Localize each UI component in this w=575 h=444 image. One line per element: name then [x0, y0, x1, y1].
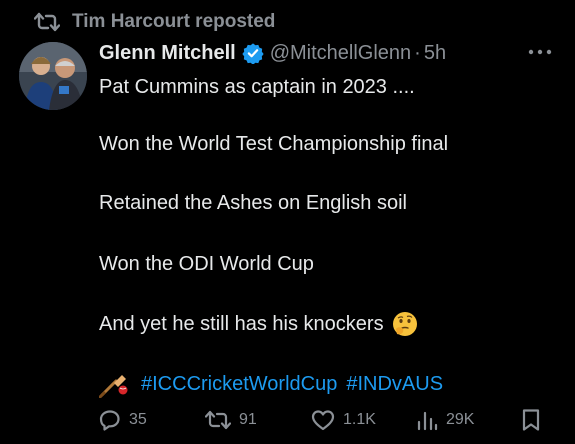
hashtag-link[interactable]: #ICCCricketWorldCup: [141, 373, 337, 396]
bookmark-button[interactable]: [521, 405, 549, 435]
repost-count: 91: [239, 411, 257, 428]
tweet-line-with-emoji: And yet he still has his knockers: [99, 311, 418, 337]
author-name[interactable]: Glenn Mitchell: [99, 42, 236, 65]
tweet-line: Pat Cummins as captain in 2023 ....: [99, 76, 415, 98]
like-button[interactable]: 1.1K: [311, 405, 376, 435]
action-bar: 35 91 1.1K 29K: [0, 405, 575, 435]
repost-button[interactable]: 91: [205, 405, 257, 435]
hashtag-line: #ICCCricketWorldCup #INDvAUS: [99, 370, 452, 398]
tweet-line: Won the World Test Championship final: [99, 133, 449, 155]
avatar[interactable]: [19, 42, 87, 110]
repost-header[interactable]: Tim Harcourt reposted: [34, 9, 275, 35]
reply-count: 35: [129, 411, 147, 428]
author-handle[interactable]: @MitchellGlenn: [270, 42, 411, 65]
tweet-header: Glenn Mitchell @MitchellGlenn · 5h: [99, 38, 446, 68]
repost-icon: [205, 409, 231, 431]
bookmark-icon: [521, 408, 541, 432]
separator-dot: ·: [414, 41, 421, 64]
tweet-line: Won the ODI World Cup: [99, 253, 314, 275]
more-options-icon[interactable]: [526, 42, 554, 62]
timestamp[interactable]: 5h: [424, 42, 446, 65]
repost-text: Tim Harcourt reposted: [72, 11, 276, 32]
reply-icon: [99, 409, 121, 431]
heart-icon: [311, 409, 335, 431]
tweet-line: Retained the Ashes on English soil: [99, 192, 407, 214]
repost-icon: [34, 11, 60, 33]
like-count: 1.1K: [343, 411, 376, 428]
thinking-face-icon: [392, 311, 418, 337]
views-chart-icon: [416, 409, 438, 431]
reply-button[interactable]: 35: [99, 405, 147, 435]
views-button[interactable]: 29K: [416, 405, 474, 435]
verified-badge-icon[interactable]: [242, 42, 264, 64]
cricket-bat-ball-icon: [99, 370, 131, 398]
hashtag-link[interactable]: #INDvAUS: [346, 373, 443, 396]
views-count: 29K: [446, 411, 475, 428]
tweet-line: And yet he still has his knockers: [99, 313, 384, 335]
